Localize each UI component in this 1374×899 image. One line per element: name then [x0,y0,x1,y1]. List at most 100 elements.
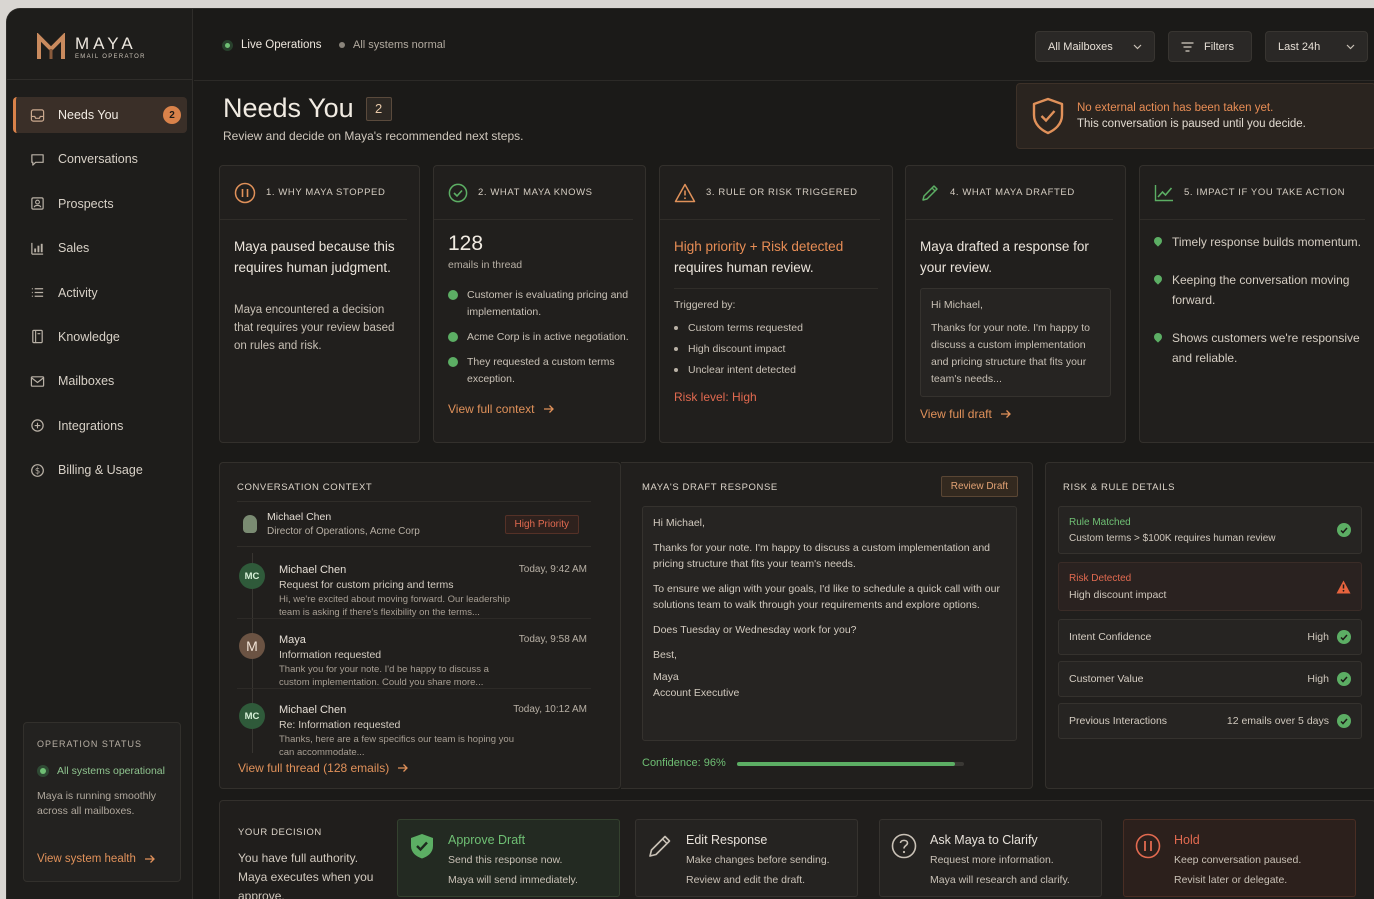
customer-value-row: Customer Value High [1058,661,1362,697]
green-check-icon [448,332,458,342]
logo[interactable]: MAYA EMAIL OPERATOR [37,31,146,63]
risk-detected-text: High discount impact [1069,588,1167,601]
thread-message[interactable]: MC Michael Chen Today, 9:42 AM Request f… [237,551,591,619]
time-range-select[interactable]: Last 24h [1265,31,1368,62]
operation-status-text: All systems operational [57,765,165,777]
fact-item: Customer is evaluating pricing and imple… [448,287,631,321]
needs-you-count-badge: 2 [163,106,181,124]
arrow-right-icon [543,405,554,413]
impact-text: Timely response builds momentum. [1172,235,1361,249]
sidebar-item-label: Prospects [58,196,114,211]
rule-headline-rest: requires human review. [674,260,814,275]
top-bar: Live Operations All systems normal All M… [194,9,1374,81]
risk-value: High [1307,673,1329,685]
trigger-item: High discount impact [674,343,878,355]
message-time: Today, 9:58 AM [518,634,587,645]
sidebar-item-sales[interactable]: Sales [13,230,187,266]
page-title-text: Needs You [223,93,354,123]
green-check-icon [1337,523,1351,537]
sidebar-item-activity[interactable]: Activity [13,275,187,311]
draft-email-body[interactable]: Hi Michael, Thanks for your note. I'm ha… [642,506,1017,741]
view-full-draft-link[interactable]: View full draft [920,407,1111,421]
fact-text: Customer is evaluating pricing and imple… [467,289,629,318]
sidebar-item-label: Knowledge [58,329,120,344]
review-draft-button[interactable]: Review Draft [940,476,1018,497]
card-header: 3. RULE OR RISK TRIGGERED [660,166,880,220]
conversation-context-panel: CONVERSATION CONTEXT Michael Chen Direct… [219,462,621,789]
green-check-icon [448,290,458,300]
edit-response-option[interactable]: Edit Response Make changes before sendin… [635,819,858,897]
risk-level: Risk level: High [674,390,757,404]
email-count: 128 [448,232,484,255]
intent-confidence-row: Intent Confidence High [1058,619,1362,655]
approve-draft-option[interactable]: Approve Draft Send this response now. Ma… [397,819,620,897]
avatar: MC [239,563,265,589]
live-operations-indicator: Live Operations [222,39,322,51]
message-time: Today, 9:42 AM [518,564,587,575]
rule-matched-label: Rule Matched [1069,516,1131,528]
brand-subtitle: EMAIL OPERATOR [75,53,146,60]
rule-highlight: High priority + Risk detected [674,239,844,254]
sidebar-nav: Needs You 2 Conversations Prospects Sale… [13,97,187,497]
time-range-value: Last 24h [1278,40,1321,53]
dollar-coin-icon: $ [29,462,45,478]
page-title: Needs You 2 [223,93,392,124]
thread-message[interactable]: MC Michael Chen Today, 10:12 AM Re: Info… [237,691,591,759]
sidebar-item-mailboxes[interactable]: Mailboxes [13,363,187,399]
view-system-health-link[interactable]: View system health [37,853,156,865]
sidebar-item-label: Needs You [58,108,119,122]
green-check-icon [1337,630,1351,644]
your-decision-panel: YOUR DECISION You have full authority. M… [219,800,1374,899]
trigger-text: High discount impact [688,343,786,355]
impact-text: Shows customers we're responsive and rel… [1172,331,1360,365]
filters-label: Filters [1204,40,1234,53]
fact-item: Acme Corp is in active negotiation. [448,329,631,346]
message-preview: Hi, we're excited about moving forward. … [279,594,510,618]
sidebar-item-label: Conversations [58,152,138,167]
mailbox-select[interactable]: All Mailboxes [1035,31,1155,62]
trigger-item: Custom terms requested [674,322,878,334]
option-line-1: Make changes before sending. [686,854,830,866]
option-line-2: Revisit later or delegate. [1174,874,1288,886]
thread-message[interactable]: M Maya Today, 9:58 AM Information reques… [237,621,591,689]
sidebar-item-knowledge[interactable]: Knowledge [13,319,187,355]
message-subject: Re: Information requested [279,719,401,731]
option-title: Hold [1174,833,1200,847]
why-headline: Maya paused because this requires human … [234,239,395,275]
ask-maya-option[interactable]: Ask Maya to Clarify Request more informa… [879,819,1102,897]
operation-status-panel: OPERATION STATUS All systems operational… [23,722,181,882]
view-full-draft-label: View full draft [920,407,992,421]
card-label: 2. WHAT MAYA KNOWS [478,187,593,198]
question-icon [891,833,917,859]
option-line-2: Maya will send immediately. [448,874,578,886]
hold-option[interactable]: Hold Keep conversation paused. Revisit l… [1123,819,1356,897]
sidebar-item-integrations[interactable]: Integrations [13,408,187,444]
impact-item: Timely response builds momentum. [1152,232,1363,252]
view-full-context-link[interactable]: View full context [448,402,631,416]
sidebar-item-prospects[interactable]: Prospects [13,186,187,222]
bullet-icon [674,347,678,351]
risk-key: Intent Confidence [1069,631,1152,643]
draft-response-panel: MAYA'S DRAFT RESPONSE Review Draft Hi Mi… [621,462,1033,789]
option-line-2: Maya will research and clarify. [930,874,1070,886]
panel-title: MAYA'S DRAFT RESPONSE [642,482,778,493]
panel-title: CONVERSATION CONTEXT [237,482,373,493]
why-body: Maya encountered a decision that require… [234,304,395,352]
pause-icon [1135,833,1161,859]
brand-name: MAYA [75,33,137,53]
confidence-bar-fill [737,762,955,766]
card-label: 1. WHY MAYA STOPPED [266,187,386,198]
sidebar-item-billing[interactable]: $ Billing & Usage [13,452,187,488]
view-full-thread-link[interactable]: View full thread (128 emails) [238,761,409,775]
option-line-2: Review and edit the draft. [686,874,806,886]
sidebar-item-needs-you[interactable]: Needs You 2 [13,97,187,133]
filters-button[interactable]: Filters [1168,31,1252,62]
fact-text: They requested a custom terms exception. [467,356,615,385]
sidebar: MAYA EMAIL OPERATOR Needs You 2 Conversa… [7,9,193,899]
message-subject: Request for custom pricing and terms [279,579,454,591]
pencil-icon [649,835,671,857]
sidebar-item-conversations[interactable]: Conversations [13,141,187,177]
sidebar-item-label: Billing & Usage [58,463,143,478]
risk-value: High [1307,631,1329,643]
impact-item: Keeping the conversation moving forward. [1152,270,1363,310]
